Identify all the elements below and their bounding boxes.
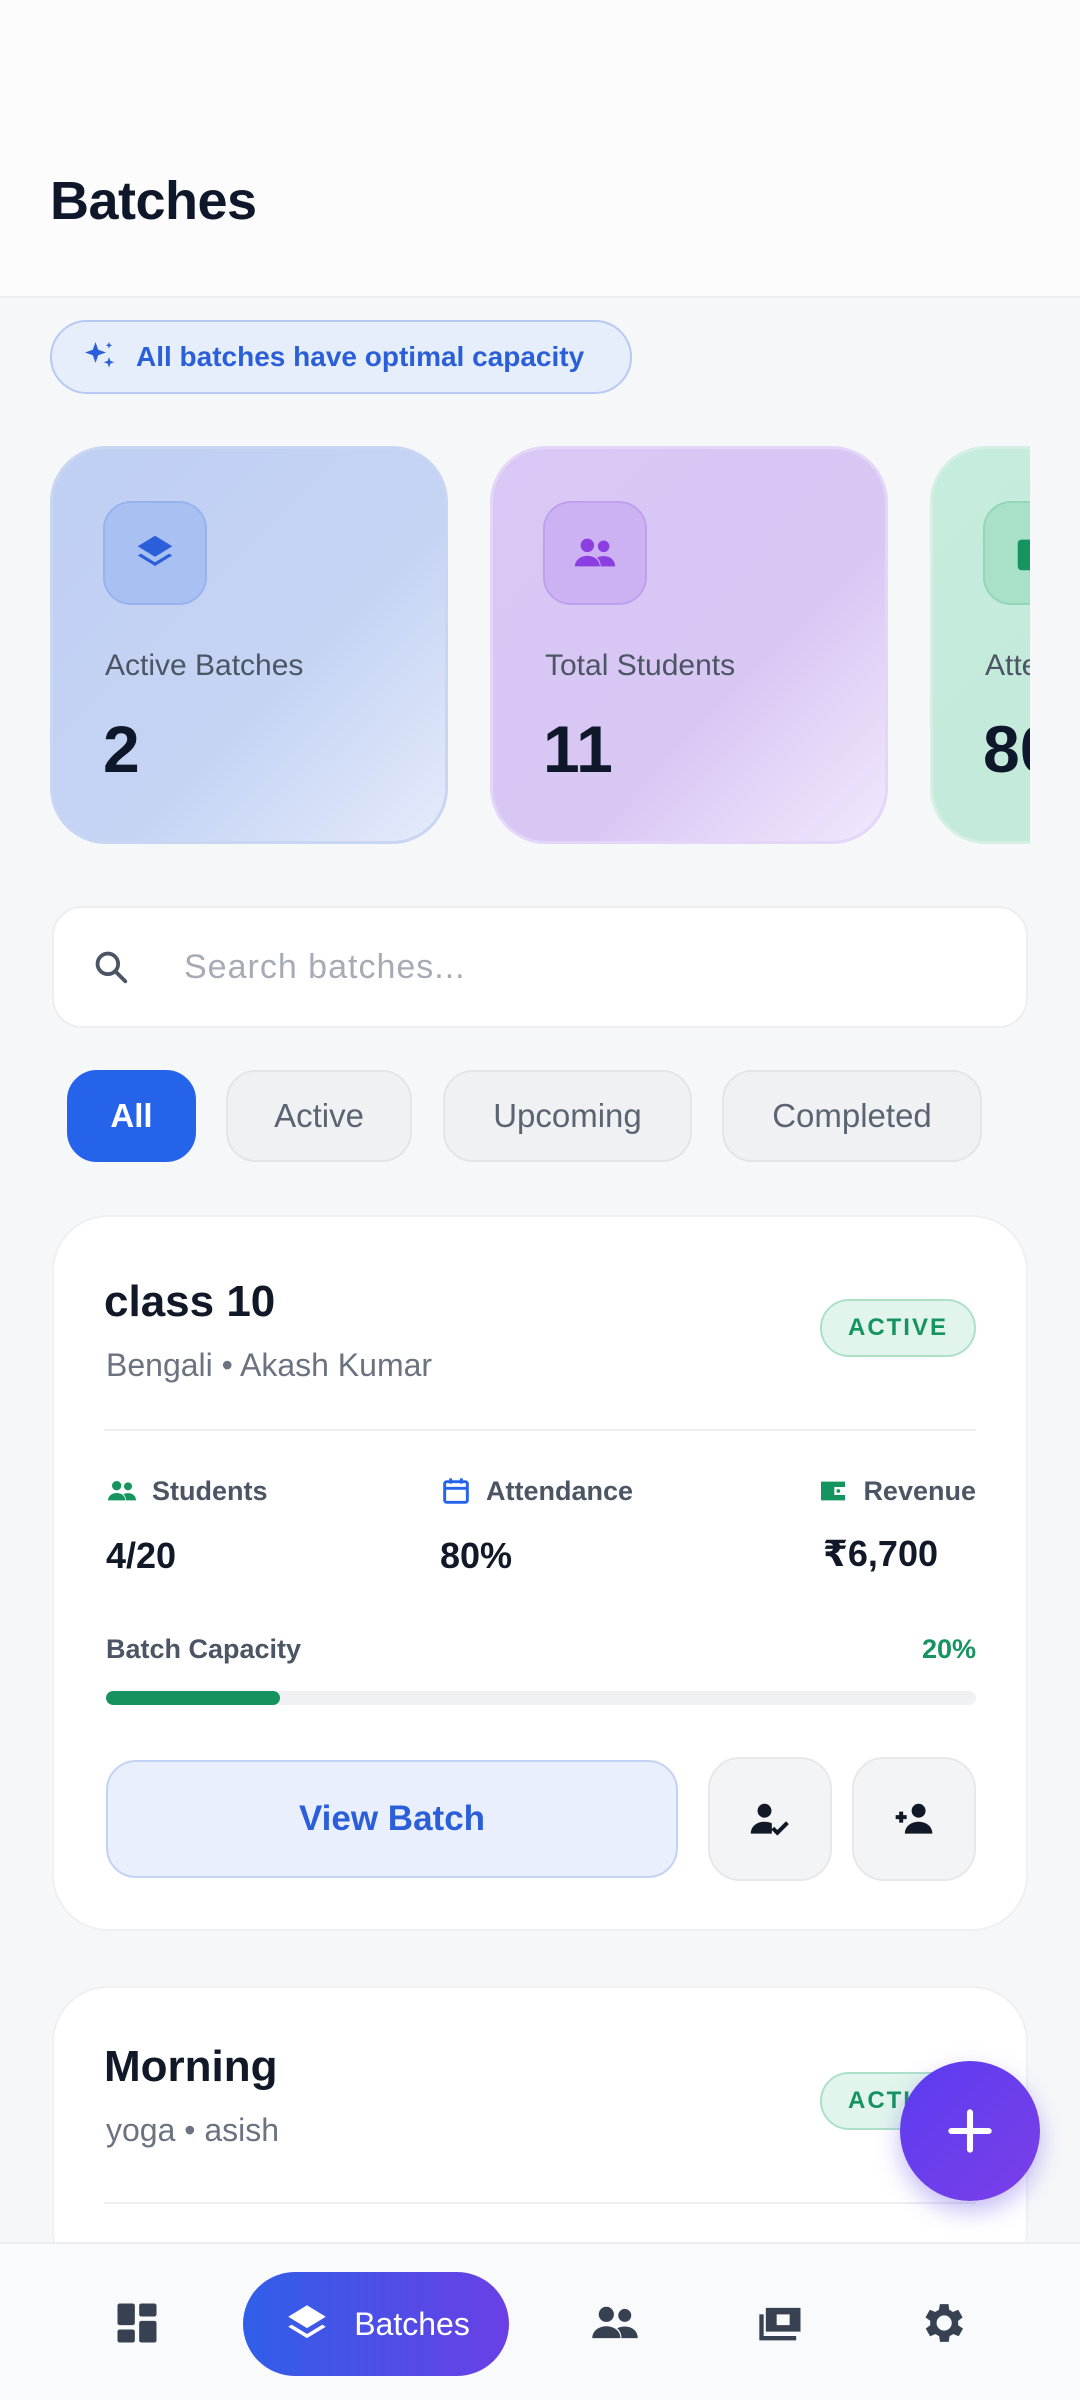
- nav-payments[interactable]: [740, 2244, 822, 2400]
- attendance-metric-label: Attendance: [440, 1475, 633, 1507]
- students-metric-label: Students: [106, 1475, 268, 1507]
- filter-chip-active[interactable]: Active: [226, 1070, 412, 1162]
- batch-title: Morning: [104, 2042, 278, 2091]
- page-title: Batches: [50, 171, 257, 231]
- stat-card-total-students[interactable]: Total Students 11: [490, 446, 888, 844]
- stat-card-attendance[interactable]: Atte 80: [930, 446, 1030, 844]
- sparkle-icon: [85, 342, 115, 368]
- dashboard-icon: [117, 2303, 157, 2343]
- nav-active-label: Batches: [354, 2305, 470, 2342]
- app-header: Batches: [0, 0, 1080, 298]
- batch-card[interactable]: Morning yoga • asish ACTIVE: [52, 1986, 1028, 2286]
- batch-title: class 10: [104, 1277, 276, 1326]
- capacity-progress-fill: [106, 1691, 280, 1705]
- stat-value: 2: [103, 712, 140, 786]
- layers-icon-container: [103, 501, 207, 605]
- stat-label: Total Students: [545, 649, 736, 682]
- students-value: 4/20: [106, 1535, 177, 1576]
- bottom-navigation: Batches: [0, 2242, 1080, 2400]
- batches-icon: [288, 2305, 326, 2339]
- filter-chip-completed[interactable]: Completed: [722, 1070, 982, 1162]
- add-batch-fab[interactable]: [900, 2061, 1040, 2201]
- nav-settings[interactable]: [901, 2244, 983, 2400]
- stat-label: Atte: [985, 649, 1030, 682]
- person-check-icon: [750, 1803, 789, 1836]
- card-divider: [104, 1429, 976, 1431]
- attendance-value: 80%: [440, 1535, 513, 1576]
- card-divider: [104, 2202, 976, 2204]
- batch-card[interactable]: class 10 Bengali • Akash Kumar ACTIVE St…: [52, 1215, 1028, 1931]
- nav-students[interactable]: [574, 2244, 656, 2400]
- people-icon: [574, 538, 616, 567]
- layers-icon: [137, 535, 173, 567]
- nav-dashboard[interactable]: [96, 2244, 178, 2400]
- people-icon: [108, 1481, 136, 1501]
- filter-chip-all[interactable]: All: [67, 1070, 196, 1162]
- students-label: Students: [152, 1475, 268, 1506]
- batch-subtitle: yoga • asish: [106, 2112, 280, 2148]
- plus-icon: [948, 2109, 992, 2153]
- person-add-icon: [895, 1803, 933, 1834]
- people-icon-container: [543, 501, 647, 605]
- revenue-label: Revenue: [863, 1475, 976, 1506]
- revenue-value: ₹6,700: [822, 1533, 938, 1574]
- stats-carousel[interactable]: Active Batches 2 Total Students 11 Atte …: [50, 440, 1030, 850]
- settings-icon: [925, 2304, 964, 2342]
- stat-label: Active Batches: [105, 649, 304, 682]
- stat-card-active-batches[interactable]: Active Batches 2: [50, 446, 448, 844]
- filter-chip-upcoming[interactable]: Upcoming: [443, 1070, 692, 1162]
- status-badge: ACTIVE: [819, 1299, 976, 1357]
- stat-value: 11: [543, 712, 613, 786]
- search-icon: [95, 951, 128, 984]
- capacity-label: Batch Capacity: [106, 1634, 302, 1664]
- calendar-icon: [443, 1478, 469, 1504]
- capacity-progress-bar: [106, 1691, 976, 1705]
- insight-text: All batches have optimal capacity: [136, 341, 585, 372]
- attendance-label: Attendance: [486, 1475, 634, 1506]
- capacity-insight-pill[interactable]: All batches have optimal capacity: [50, 320, 632, 394]
- search-box[interactable]: [52, 906, 1028, 1028]
- people-icon: [592, 2306, 638, 2339]
- search-input[interactable]: [184, 947, 984, 987]
- capacity-percent: 20%: [921, 1634, 976, 1664]
- stat-value: 80: [983, 712, 1030, 786]
- payments-icon: [759, 2307, 801, 2341]
- mark-attendance-button[interactable]: [708, 1757, 832, 1881]
- batch-subtitle: Bengali • Akash Kumar: [106, 1347, 433, 1383]
- nav-batches[interactable]: Batches: [243, 2272, 509, 2376]
- calendar-icon-container: [983, 501, 1030, 605]
- add-student-button[interactable]: [852, 1757, 976, 1881]
- revenue-metric-label: Revenue: [817, 1475, 976, 1507]
- wallet-icon: [821, 1481, 846, 1501]
- calendar-icon: [1017, 539, 1030, 571]
- view-batch-button[interactable]: View Batch: [106, 1760, 678, 1878]
